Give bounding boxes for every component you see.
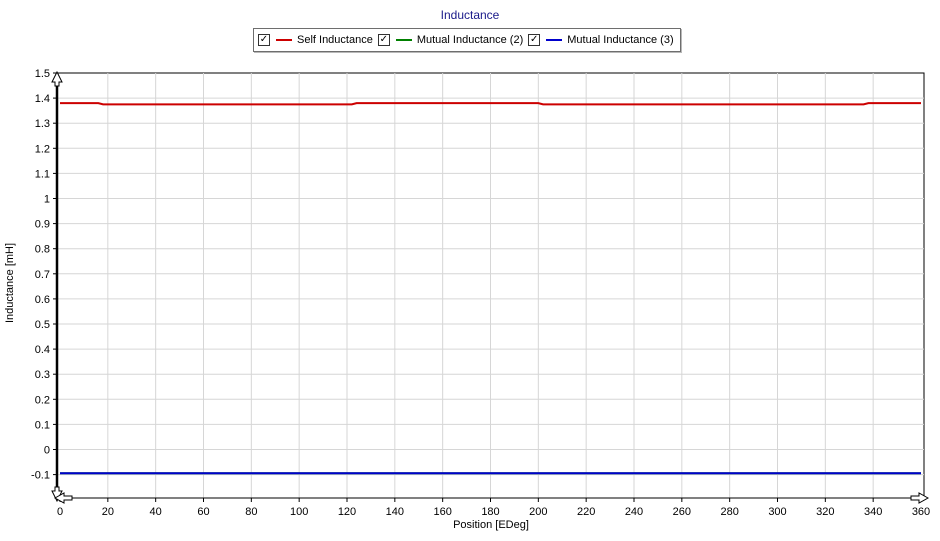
x-tick-label: 300 (768, 506, 786, 518)
x-tick-label: 220 (577, 506, 595, 518)
x-tick-label: 100 (290, 506, 308, 518)
y-tick-label: 1 (44, 194, 50, 206)
y-tick-label: 0.6 (35, 294, 50, 306)
y-tick-label: 0.4 (35, 344, 50, 356)
x-tick-label: 140 (386, 506, 404, 518)
y-tick-label: 0.2 (35, 394, 50, 406)
x-tick-label: 40 (150, 506, 162, 518)
y-tick-label: 1.3 (35, 118, 50, 130)
y-tick-label: 0 (44, 445, 50, 457)
y-tick-label: 0.9 (35, 219, 50, 231)
y-tick-label: 0.3 (35, 369, 50, 381)
x-tick-label: 80 (245, 506, 257, 518)
y-tick-label: -0.1 (31, 470, 50, 482)
x-tick-label: 340 (864, 506, 882, 518)
y-tick-label: 1.2 (35, 143, 50, 155)
x-tick-label: 260 (673, 506, 691, 518)
chart-container: Inductance ✓ Self Inductance ✓ Mutual In… (0, 0, 940, 541)
y-tick-label: 0.1 (35, 419, 50, 431)
y-tick-label: 1.4 (35, 93, 50, 105)
x-tick-label: 180 (481, 506, 499, 518)
y-tick-label: 0.7 (35, 269, 50, 281)
y-tick-label: 1.5 (35, 68, 50, 80)
y-tick-label: 0.8 (35, 244, 50, 256)
x-tick-label: 240 (625, 506, 643, 518)
x-tick-label: 280 (720, 506, 738, 518)
x-tick-label: 20 (102, 506, 114, 518)
x-tick-label: 0 (57, 506, 63, 518)
x-tick-label: 60 (197, 506, 209, 518)
x-tick-label: 160 (433, 506, 451, 518)
x-tick-label: 120 (338, 506, 356, 518)
x-tick-label: 200 (529, 506, 547, 518)
x-tick-label: 360 (912, 506, 930, 518)
y-tick-label: 0.5 (35, 319, 50, 331)
y-tick-label: 1.1 (35, 168, 50, 180)
x-tick-label: 320 (816, 506, 834, 518)
chart-plot[interactable]: 0 20 40 60 80 100 120 140 160 180 200 220 240 260 280 3… (0, 0, 940, 541)
